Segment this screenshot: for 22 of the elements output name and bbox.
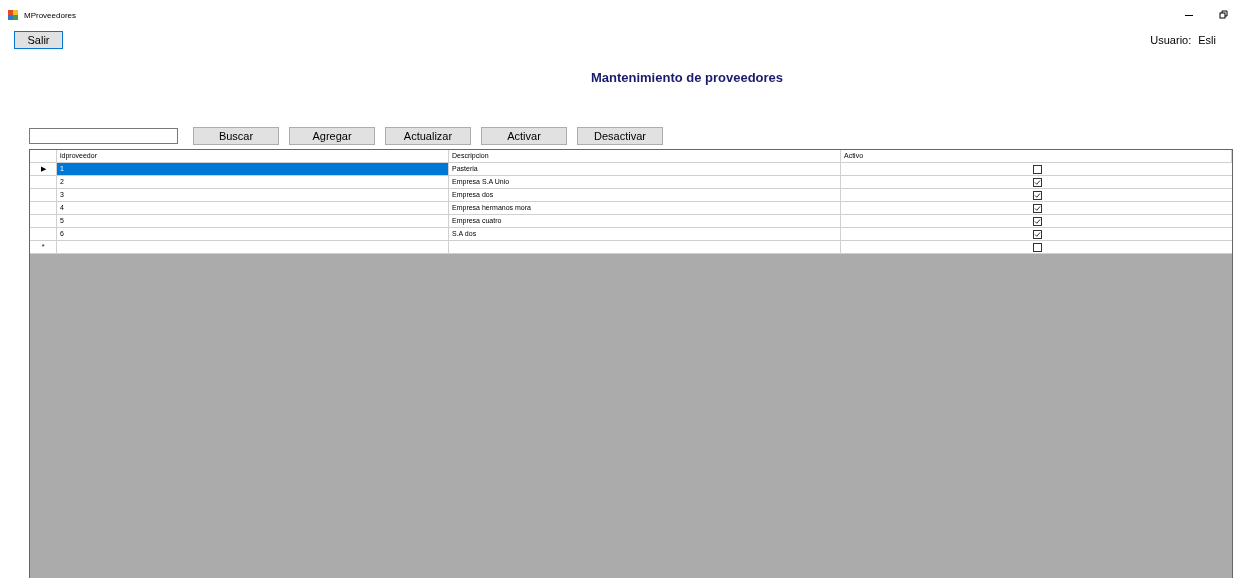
checkbox[interactable] (1033, 242, 1042, 252)
user-label: Usuario: (1150, 34, 1192, 46)
window-title: MProveedores (24, 10, 78, 20)
restore-icon[interactable] (1216, 8, 1230, 22)
checkbox[interactable] (1033, 229, 1042, 239)
toolbar-button[interactable]: Buscar (193, 127, 279, 145)
checkbox[interactable] (1033, 190, 1042, 200)
table-cell[interactable] (57, 241, 449, 254)
checkbox[interactable] (1033, 203, 1042, 213)
exit-button[interactable]: Salir (14, 31, 63, 49)
app-icon (8, 10, 18, 20)
toolbar-button[interactable]: Activar (481, 127, 567, 145)
toolbar-button[interactable]: Desactivar (577, 127, 663, 145)
search-field[interactable] (29, 128, 178, 144)
checkbox[interactable] (1033, 164, 1042, 174)
user-name: Esli (1198, 34, 1216, 46)
checkbox[interactable] (1033, 177, 1042, 187)
page-heading: Mantenimiento de proveedores (589, 70, 785, 87)
toolbar-button[interactable]: Agregar (289, 127, 375, 145)
toolbar-button[interactable]: Actualizar (385, 127, 471, 145)
table-cell[interactable] (449, 241, 841, 254)
checkbox[interactable] (1033, 216, 1042, 226)
